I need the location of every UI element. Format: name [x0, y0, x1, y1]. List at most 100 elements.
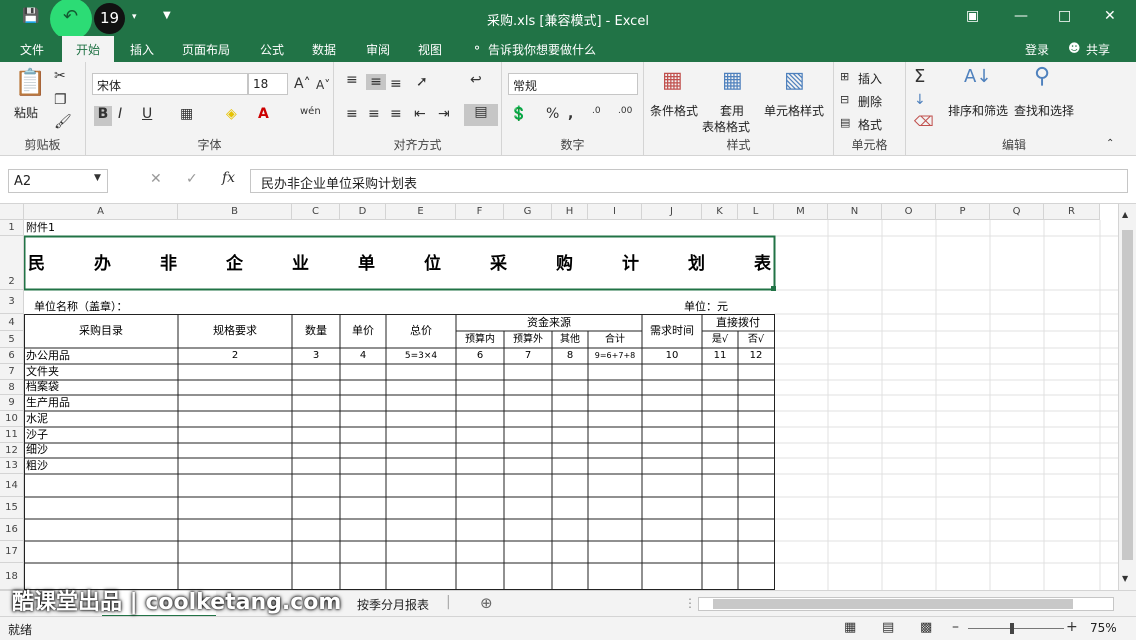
add-sheet-icon[interactable]: ⊕ — [480, 594, 493, 612]
page-layout-view-icon[interactable]: ▤ — [882, 620, 894, 635]
tab-insert[interactable]: 插入 — [130, 41, 154, 58]
tab-review[interactable]: 审阅 — [366, 41, 390, 58]
share-button[interactable]: 共享 — [1086, 41, 1110, 58]
align-top-icon[interactable]: ≡ — [346, 72, 358, 88]
col-header[interactable]: A — [24, 204, 178, 220]
col-header[interactable]: B — [178, 204, 292, 220]
decrease-decimal-icon[interactable]: .00 — [618, 106, 632, 116]
col-header[interactable]: H — [552, 204, 588, 220]
cut-icon[interactable]: ✂ — [54, 68, 66, 84]
percent-icon[interactable]: % — [546, 106, 559, 122]
cancel-icon[interactable]: ✕ — [150, 171, 162, 187]
normal-view-icon[interactable]: ▦ — [844, 620, 856, 635]
align-middle-icon[interactable]: ≡ — [366, 74, 386, 90]
col-header[interactable]: L — [738, 204, 774, 220]
row-header[interactable]: 17 — [0, 541, 24, 563]
conditional-format-button[interactable]: 条件格式 — [650, 102, 698, 119]
format-cells-icon[interactable]: ▤ — [840, 116, 850, 129]
tab-file[interactable]: 文件 — [20, 41, 44, 58]
italic-button[interactable]: I — [118, 106, 122, 122]
format-cells-button[interactable]: 格式 — [858, 116, 882, 133]
row-header[interactable]: 3 — [0, 290, 24, 314]
ribbon-display-icon[interactable]: ▣ — [966, 8, 979, 24]
select-all-corner[interactable] — [0, 204, 24, 220]
indent-decrease-icon[interactable]: ⇤ — [414, 106, 426, 122]
row-header[interactable]: 2 — [0, 236, 24, 290]
font-name-select[interactable]: 宋体 — [92, 73, 248, 95]
col-header[interactable]: E — [386, 204, 456, 220]
autosum-icon[interactable]: Σ — [914, 66, 925, 87]
col-header[interactable]: N — [828, 204, 882, 220]
spreadsheet-grid[interactable]: A B C D E F G H I J K L M N O P Q R 1 2 … — [0, 204, 1122, 590]
col-header[interactable]: J — [642, 204, 702, 220]
h-scroll-thumb[interactable] — [713, 599, 1073, 609]
row-header[interactable]: 8 — [0, 380, 24, 395]
row-header[interactable]: 4 — [0, 314, 24, 331]
col-header[interactable]: M — [774, 204, 828, 220]
row-header[interactable]: 5 — [0, 331, 24, 348]
tell-me-box[interactable]: 告诉我你想要做什么 — [488, 41, 596, 58]
delete-cells-icon[interactable]: ⊟ — [840, 93, 849, 106]
row-header[interactable]: 12 — [0, 443, 24, 458]
col-header[interactable]: I — [588, 204, 642, 220]
underline-button[interactable]: U — [142, 106, 152, 122]
paste-icon[interactable]: 📋 — [14, 68, 46, 98]
col-header[interactable]: O — [882, 204, 936, 220]
orientation-icon[interactable]: ➚ — [416, 74, 428, 90]
number-format-select[interactable]: 常规 — [508, 73, 638, 95]
row-header[interactable]: 10 — [0, 411, 24, 427]
col-header[interactable]: C — [292, 204, 340, 220]
align-center-icon[interactable]: ≡ — [368, 106, 380, 122]
fill-color-icon[interactable]: ◈ — [226, 106, 237, 122]
font-color-icon[interactable]: A — [258, 106, 269, 122]
row-header[interactable]: 7 — [0, 364, 24, 380]
name-box-dropdown-icon[interactable]: ▼ — [94, 173, 101, 183]
scroll-thumb[interactable] — [1122, 230, 1133, 560]
font-size-select[interactable]: 18 — [248, 73, 288, 95]
border-icon[interactable]: ▦ — [180, 106, 193, 122]
zoom-in-icon[interactable]: + — [1066, 619, 1078, 635]
row-header[interactable]: 16 — [0, 519, 24, 541]
shrink-font-icon[interactable]: A˅ — [316, 78, 330, 92]
align-right-icon[interactable]: ≡ — [390, 106, 402, 122]
align-bottom-icon[interactable]: ≡ — [390, 76, 402, 92]
row-header[interactable]: 14 — [0, 474, 24, 497]
tab-data[interactable]: 数据 — [312, 41, 336, 58]
col-header[interactable]: G — [504, 204, 552, 220]
name-box[interactable]: A2 — [8, 169, 108, 193]
maximize-icon[interactable]: □ — [1058, 8, 1071, 24]
clear-icon[interactable]: ⌫ — [914, 114, 934, 130]
copy-icon[interactable]: ❐ — [54, 92, 67, 108]
zoom-slider-thumb[interactable] — [1010, 623, 1014, 634]
insert-cells-icon[interactable]: ⊞ — [840, 70, 849, 83]
sort-filter-icon[interactable]: A↓ — [964, 66, 991, 87]
grow-font-icon[interactable]: A˄ — [294, 76, 311, 92]
tab-more-icon[interactable]: ⋮ — [684, 596, 696, 610]
delete-cells-button[interactable]: 删除 — [858, 93, 882, 110]
formula-input[interactable]: 民办非企业单位采购计划表 — [250, 169, 1128, 193]
indent-increase-icon[interactable]: ⇥ — [438, 106, 450, 122]
col-header[interactable]: K — [702, 204, 738, 220]
col-header[interactable]: F — [456, 204, 504, 220]
fill-icon[interactable]: ↓ — [914, 92, 926, 108]
login-link[interactable]: 登录 — [1025, 41, 1049, 58]
zoom-slider[interactable] — [968, 628, 1064, 629]
function-icon[interactable]: fx — [222, 170, 235, 186]
phonetic-icon[interactable]: wén — [300, 106, 321, 117]
insert-cells-button[interactable]: 插入 — [858, 70, 882, 87]
col-header[interactable]: P — [936, 204, 990, 220]
paste-button[interactable]: 粘贴 — [14, 104, 38, 121]
scroll-up-icon[interactable]: ▲ — [1122, 210, 1128, 219]
bold-button[interactable]: B — [94, 106, 112, 126]
close-icon[interactable]: ✕ — [1104, 8, 1116, 24]
tab-formulas[interactable]: 公式 — [260, 41, 284, 58]
row-header[interactable]: 13 — [0, 458, 24, 474]
scroll-down-icon[interactable]: ▼ — [1122, 574, 1128, 583]
tab-page-layout[interactable]: 页面布局 — [182, 41, 230, 58]
row-header[interactable]: 9 — [0, 395, 24, 411]
table-format-icon[interactable]: ▦ — [722, 68, 743, 93]
find-select-icon[interactable]: ⚲ — [1034, 64, 1050, 89]
cell-styles-icon[interactable]: ▧ — [784, 68, 805, 93]
minimize-icon[interactable]: — — [1014, 8, 1028, 24]
align-left-icon[interactable]: ≡ — [346, 106, 358, 122]
